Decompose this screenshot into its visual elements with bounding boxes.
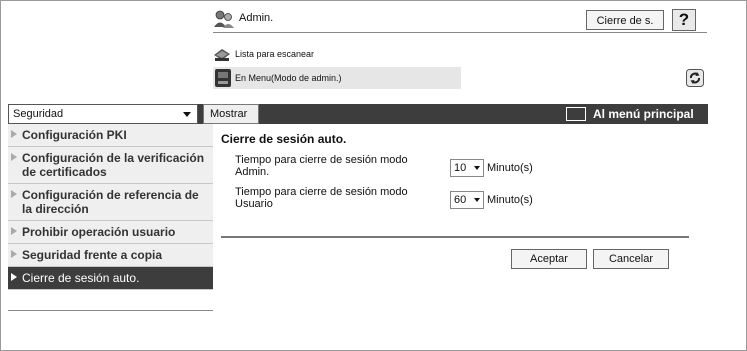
user-logout-time-unit: Minuto(s) xyxy=(487,194,533,206)
user-logout-time-label: Tiempo para cierre de sesión modo Usuari… xyxy=(235,186,408,210)
chevron-down-icon xyxy=(474,166,480,170)
admin-logout-time-unit: Minuto(s) xyxy=(487,162,533,174)
sidebar-item-cert-verification[interactable]: Configuración de la verificación de cert… xyxy=(8,147,213,184)
mode-indicator: En Menu(Modo de admin.) xyxy=(213,67,461,89)
arrow-right-icon xyxy=(11,153,17,161)
sidebar-item-label: Configuración PKI xyxy=(22,128,127,142)
arrow-right-icon xyxy=(11,190,17,198)
sidebar-divider xyxy=(8,290,213,311)
help-button[interactable]: ? xyxy=(672,9,696,31)
page-title: Cierre de sesión auto. xyxy=(221,132,347,146)
sidebar-item-label: Prohibir operación usuario xyxy=(22,225,176,239)
refresh-icon[interactable] xyxy=(686,69,704,87)
sidebar-item-label: Seguridad frente a copia xyxy=(22,248,163,262)
admin-users-icon xyxy=(214,10,234,28)
accept-button[interactable]: Aceptar xyxy=(511,249,587,269)
admin-logout-time-value: 10 xyxy=(454,162,467,174)
user-logout-time-select[interactable]: 60 xyxy=(450,191,484,209)
sidebar-item-address-reference[interactable]: Configuración de referencia de la direcc… xyxy=(8,184,213,221)
printer-icon xyxy=(215,69,231,87)
arrow-right-icon xyxy=(11,250,17,258)
mode-label: En Menu(Modo de admin.) xyxy=(235,73,342,83)
user-logout-time-row: Tiempo para cierre de sesión modo Usuari… xyxy=(221,186,691,218)
cancel-button[interactable]: Cancelar xyxy=(593,249,669,269)
arrow-right-icon xyxy=(11,130,17,138)
sidebar-item-copy-security[interactable]: Seguridad frente a copia xyxy=(8,244,213,267)
logout-button[interactable]: Cierre de s. xyxy=(586,10,664,30)
navigation-bar: Seguridad Mostrar Al menú principal xyxy=(8,104,708,124)
admin-logout-time-select[interactable]: 10 xyxy=(450,159,484,177)
menu-screen-icon[interactable] xyxy=(566,107,586,121)
scan-list-label: Lista para escanear xyxy=(235,49,315,59)
show-button[interactable]: Mostrar xyxy=(203,104,259,124)
main-menu-link[interactable]: Al menú principal xyxy=(593,107,694,121)
admin-header: Admin. Cierre de s. ? xyxy=(213,8,707,33)
sidebar-item-pki[interactable]: Configuración PKI xyxy=(8,124,213,147)
main-panel: Cierre de sesión auto. Tiempo para cierr… xyxy=(221,132,691,269)
divider xyxy=(221,236,689,238)
admin-logout-time-row: Tiempo para cierre de sesión modo Admin.… xyxy=(221,154,691,186)
user-logout-time-value: 60 xyxy=(454,194,467,206)
chevron-down-icon xyxy=(474,198,480,202)
sidebar-item-label: Configuración de referencia de la direcc… xyxy=(22,188,199,216)
chevron-down-icon xyxy=(183,112,191,117)
section-select-value: Seguridad xyxy=(13,108,64,120)
sidebar: Configuración PKI Configuración de la ve… xyxy=(8,124,213,311)
admin-label: Admin. xyxy=(239,12,274,24)
sidebar-item-auto-logout[interactable]: Cierre de sesión auto. xyxy=(8,267,213,290)
sidebar-item-prohibit-user-operation[interactable]: Prohibir operación usuario xyxy=(8,221,213,244)
section-select[interactable]: Seguridad xyxy=(8,104,198,124)
sidebar-item-label: Cierre de sesión auto. xyxy=(22,271,140,285)
sidebar-item-label: Configuración de la verificación de cert… xyxy=(22,151,205,179)
admin-logout-time-label: Tiempo para cierre de sesión modo Admin. xyxy=(235,154,408,178)
arrow-right-icon xyxy=(11,227,17,235)
scanner-icon xyxy=(214,49,230,61)
arrow-right-icon xyxy=(11,273,17,281)
